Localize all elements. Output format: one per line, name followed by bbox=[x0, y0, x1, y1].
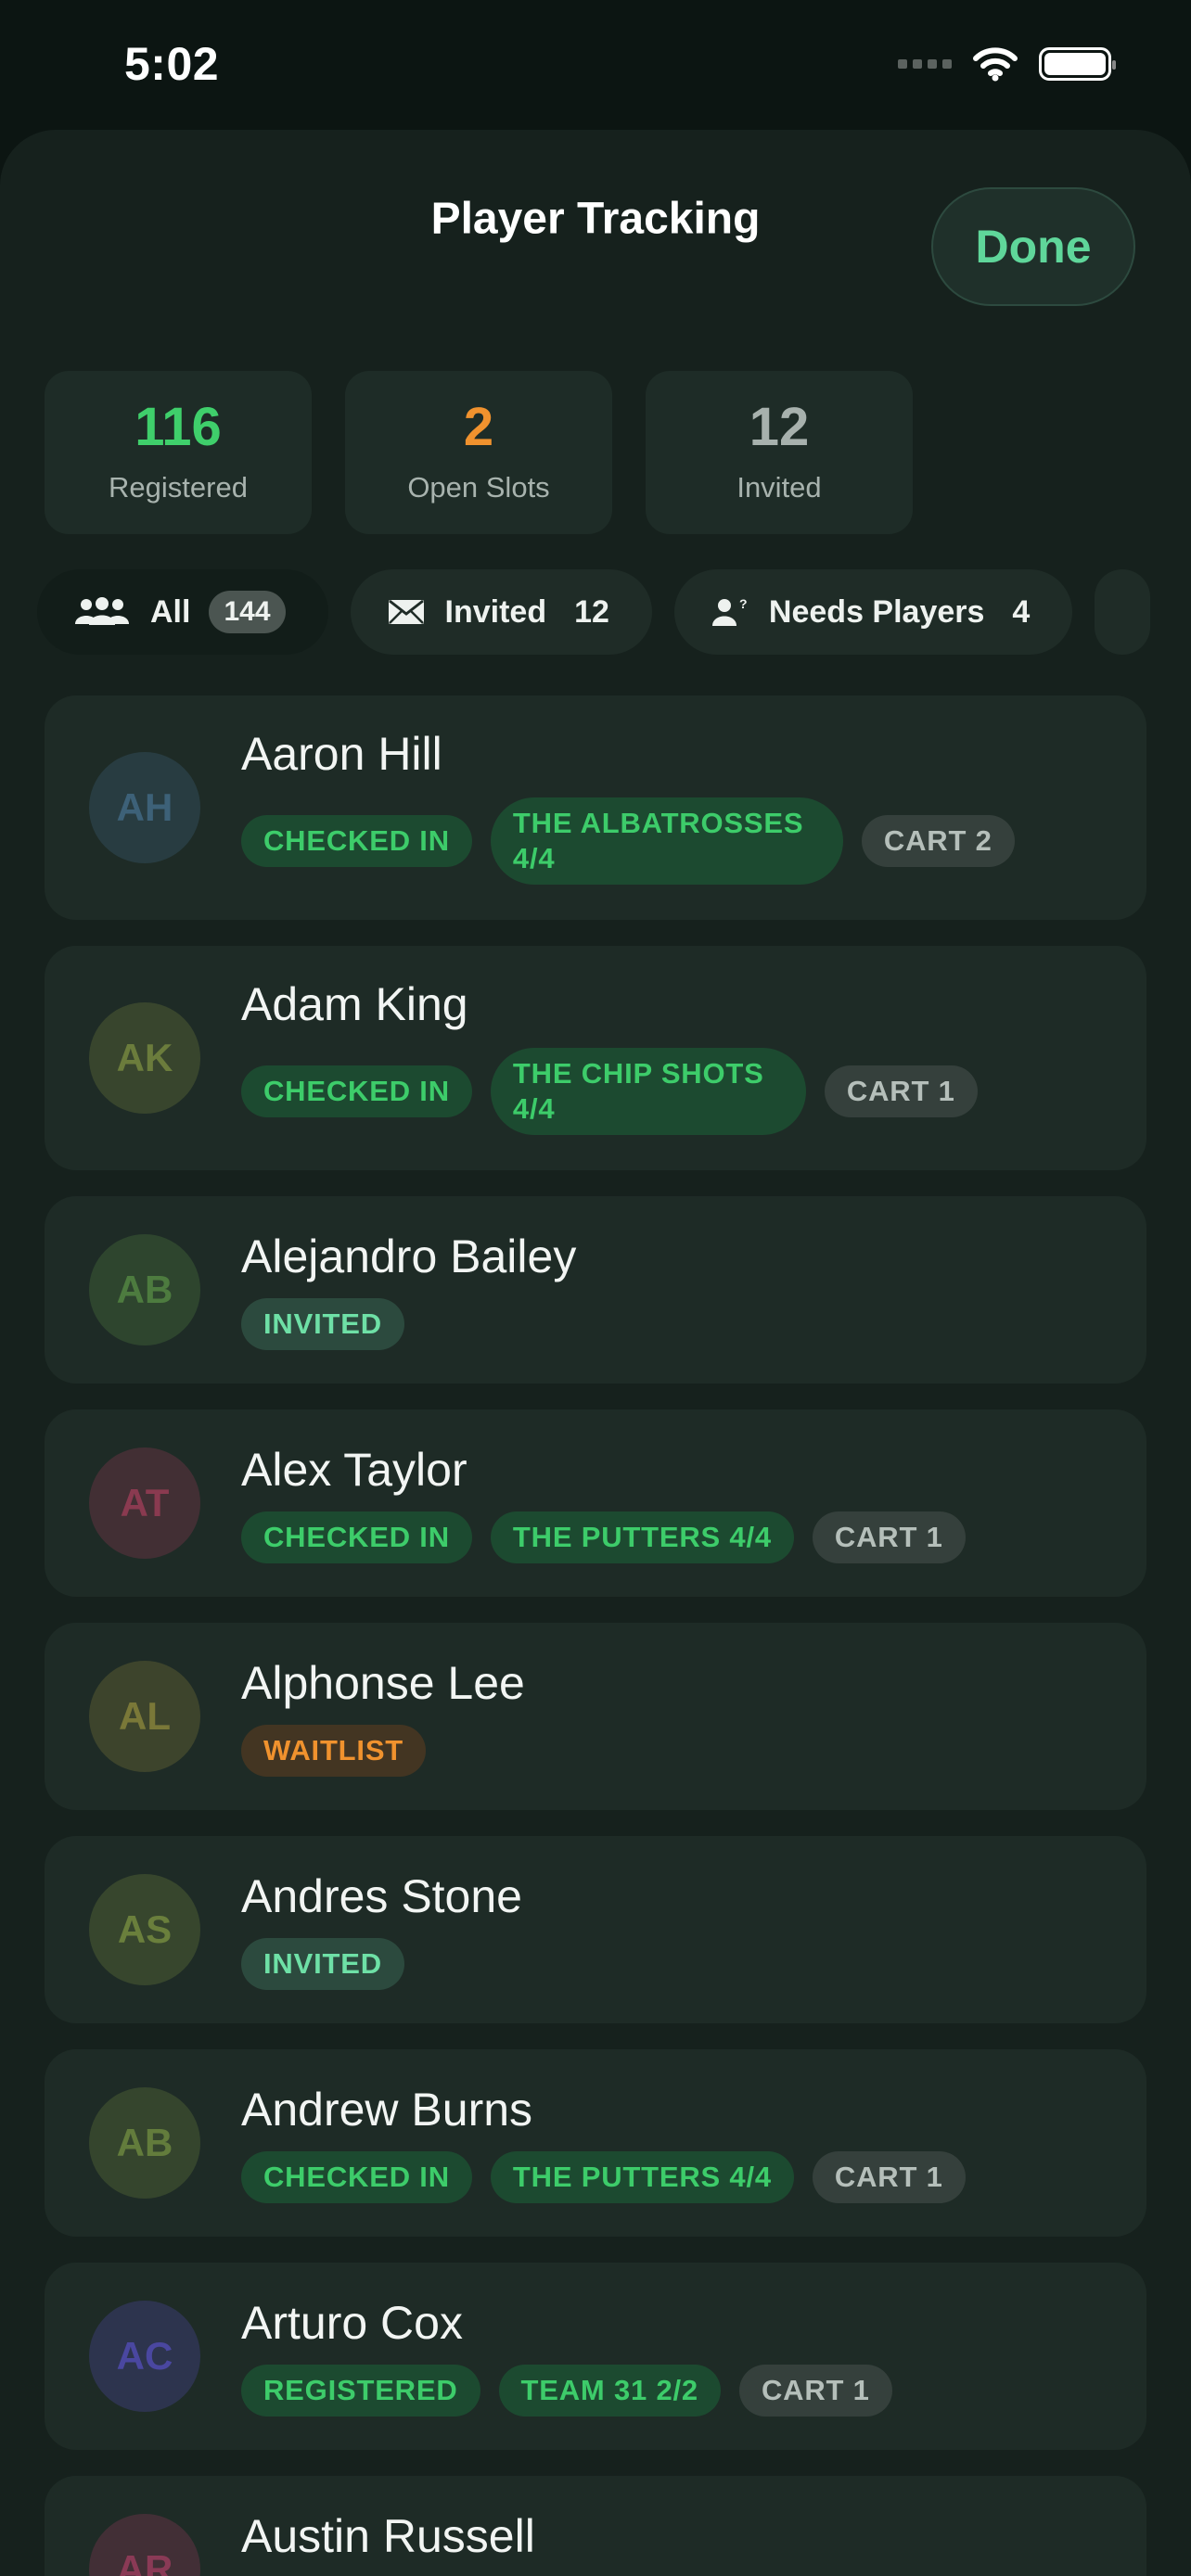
status-time: 5:02 bbox=[124, 38, 220, 90]
status-bar: 5:02 bbox=[0, 0, 1191, 130]
player-name: Alejandro Bailey bbox=[241, 1231, 577, 1282]
stat-value: 2 bbox=[463, 397, 494, 457]
stat-card-open-slots: 2 Open Slots bbox=[345, 371, 612, 534]
invited-badge: INVITED bbox=[241, 1298, 404, 1350]
player-name: Alex Taylor bbox=[241, 1444, 467, 1496]
player-name: Austin Russell bbox=[241, 2510, 535, 2562]
player-row[interactable]: AC Arturo Cox REGISTERED TEAM 31 2/2 CART 1 bbox=[45, 2263, 1146, 2450]
cart-badge: CART 1 bbox=[812, 1511, 966, 1563]
cart-badge: CART 1 bbox=[738, 2365, 892, 2417]
stat-label: Invited bbox=[736, 471, 822, 504]
filter-chip-needs-players[interactable]: ? Needs Players 4 bbox=[673, 569, 1073, 655]
cart-badge: CART 2 bbox=[861, 815, 1015, 867]
avatar: AL bbox=[89, 1661, 200, 1772]
player-name: Aaron Hill bbox=[241, 728, 442, 780]
stat-value: 12 bbox=[749, 397, 810, 457]
avatar: AS bbox=[89, 1874, 200, 1985]
badge-row: CHECKED IN THE CHIP SHOTS 4/4 CART 1 bbox=[241, 1048, 978, 1135]
player-name: Adam King bbox=[241, 978, 468, 1030]
invited-badge: INVITED bbox=[241, 1938, 404, 1990]
player-row[interactable]: AT Alex Taylor CHECKED IN THE PUTTERS 4/4 CA… bbox=[45, 1409, 1146, 1597]
player-name: Andres Stone bbox=[241, 1870, 522, 1922]
wifi-icon bbox=[973, 47, 1018, 82]
stats-row: 116 Registered 2 Open Slots 12 Invited bbox=[45, 371, 913, 534]
filter-chip-all[interactable]: All 144 bbox=[37, 569, 328, 655]
filter-chip-count: 12 bbox=[574, 593, 609, 630]
avatar: AR bbox=[89, 2514, 200, 2576]
filter-chip-more[interactable] bbox=[1095, 569, 1151, 655]
svg-text:?: ? bbox=[739, 596, 748, 611]
battery-icon bbox=[1039, 47, 1116, 81]
player-tracking-sheet: Player Tracking Done 116 Registered 2 Op… bbox=[0, 130, 1191, 2576]
stat-card-registered: 116 Registered bbox=[45, 371, 312, 534]
filter-chip-label: All bbox=[150, 593, 191, 630]
badge-row: CHECKED IN THE PUTTERS 4/4 CART 1 bbox=[241, 1511, 966, 1563]
stat-value: 116 bbox=[134, 397, 222, 457]
player-list: AH Aaron Hill CHECKED IN THE ALBATROSSES 4/… bbox=[45, 695, 1146, 2576]
team-badge: THE PUTTERS 4/4 bbox=[490, 2151, 794, 2203]
cart-badge: CART 1 bbox=[824, 1065, 978, 1117]
person-question-icon: ? bbox=[711, 596, 749, 628]
team-badge: THE CHIP SHOTS 4/4 bbox=[490, 1048, 806, 1135]
filter-chip-label: Invited bbox=[444, 593, 547, 630]
registered-badge: REGISTERED bbox=[241, 2365, 480, 2417]
stat-label: Open Slots bbox=[407, 471, 550, 504]
checked-badge: CHECKED IN bbox=[241, 2151, 472, 2203]
player-name: Alphonse Lee bbox=[241, 1657, 525, 1709]
stat-card-invited: 12 Invited bbox=[646, 371, 913, 534]
avatar: AT bbox=[89, 1447, 200, 1559]
checked-badge: CHECKED IN bbox=[241, 1511, 472, 1563]
avatar: AK bbox=[89, 1002, 200, 1114]
filter-chip-invited[interactable]: Invited 12 bbox=[350, 569, 652, 655]
checked-badge: CHECKED IN bbox=[241, 1065, 472, 1117]
filter-chip-count: 4 bbox=[1012, 593, 1031, 630]
badge-row: REGISTERED TEAM 31 2/2 CART 1 bbox=[241, 2365, 892, 2417]
player-row[interactable]: AS Andres Stone INVITED bbox=[45, 1836, 1146, 2023]
badge-row: CHECKED IN THE PUTTERS 4/4 CART 1 bbox=[241, 2151, 966, 2203]
player-row[interactable]: AH Aaron Hill CHECKED IN THE ALBATROSSES 4/… bbox=[45, 695, 1146, 920]
done-button[interactable]: Done bbox=[931, 187, 1135, 306]
filter-chip-count: 144 bbox=[209, 591, 286, 633]
player-name: Arturo Cox bbox=[241, 2297, 463, 2349]
filter-chip-label: Needs Players bbox=[768, 593, 985, 630]
cellular-signal-icon bbox=[898, 59, 952, 69]
avatar: AH bbox=[89, 752, 200, 863]
avatar: AB bbox=[89, 2087, 200, 2199]
badge-row: WAITLIST bbox=[241, 1725, 427, 1777]
player-row[interactable]: AB Alejandro Bailey INVITED bbox=[45, 1196, 1146, 1384]
checked-badge: CHECKED IN bbox=[241, 815, 472, 867]
stat-label: Registered bbox=[109, 471, 248, 504]
avatar: AC bbox=[89, 2301, 200, 2412]
status-icons bbox=[898, 46, 1116, 82]
team-badge: THE ALBATROSSES 4/4 bbox=[490, 797, 843, 885]
player-name: Andrew Burns bbox=[241, 2084, 533, 2136]
player-row[interactable]: AL Alphonse Lee WAITLIST bbox=[45, 1623, 1146, 1810]
avatar: AB bbox=[89, 1234, 200, 1345]
player-row[interactable]: ARAustin RussellCHECKED INTHE PUTTERS 4/… bbox=[45, 2476, 1146, 2576]
player-row[interactable]: AB Andrew Burns CHECKED IN THE PUTTERS 4/4 C… bbox=[45, 2049, 1146, 2237]
cart-badge: CART 1 bbox=[812, 2151, 966, 2203]
sheet-header: Player Tracking Done bbox=[0, 130, 1191, 306]
team-badge: TEAM 31 2/2 bbox=[498, 2365, 721, 2417]
player-row[interactable]: AK Adam King CHECKED IN THE CHIP SHOTS 4/4 C… bbox=[45, 946, 1146, 1170]
badge-row: INVITED bbox=[241, 1298, 404, 1350]
badge-row: CHECKED IN THE ALBATROSSES 4/4 CART 2 bbox=[241, 797, 1015, 885]
envelope-icon bbox=[388, 598, 425, 626]
filter-chips: All 144 Invited 12 ? Needs Players 4 bbox=[37, 569, 1151, 655]
team-badge: THE PUTTERS 4/4 bbox=[490, 1511, 794, 1563]
people-icon bbox=[74, 596, 130, 628]
waitlist-badge: WAITLIST bbox=[241, 1725, 427, 1777]
badge-row: INVITED bbox=[241, 1938, 404, 1990]
